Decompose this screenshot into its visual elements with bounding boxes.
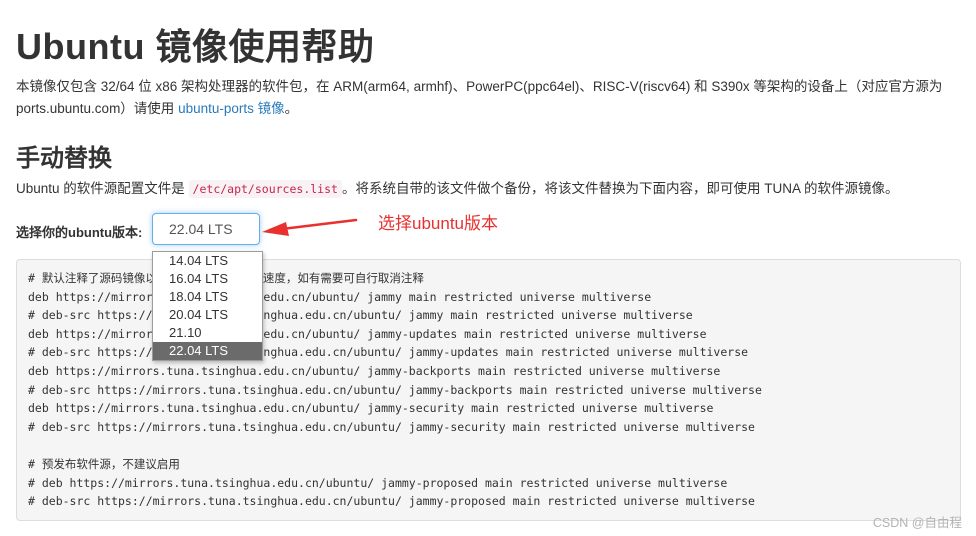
code-line: deb https://mirrors.tuna.tsinghua.edu.cn…	[28, 401, 714, 416]
code-line: # deb https://mirrors.tuna.tsinghua.edu.…	[28, 475, 728, 490]
version-label: 选择你的ubuntu版本:	[16, 225, 143, 240]
page-title: Ubuntu 镜像使用帮助	[16, 26, 375, 67]
intro-paragraph: 本镜像仅包含 32/64 位 x86 架构处理器的软件包，在 ARM(arm64…	[16, 76, 964, 120]
sources-list-path: /etc/apt/sources.list	[188, 180, 342, 198]
desc-prefix: Ubuntu 的软件源配置文件是	[16, 181, 189, 196]
version-option[interactable]: 21.10	[153, 324, 262, 342]
version-option[interactable]: 16.04 LTS	[153, 270, 262, 288]
annotation-text: 选择ubuntu版本	[378, 214, 498, 233]
annotation-arrow-icon	[262, 218, 358, 236]
intro-text: 本镜像仅包含 32/64 位 x86 架构处理器的软件包，在 ARM(arm64…	[16, 79, 943, 116]
version-option[interactable]: 22.04 LTS	[153, 342, 262, 360]
version-option[interactable]: 18.04 LTS	[153, 288, 262, 306]
code-line: # deb-src https://mirrors.tuna.tsinghua.…	[28, 419, 755, 434]
section-title-manual: 手动替换	[16, 145, 112, 172]
ubuntu-ports-link[interactable]: ubuntu-ports 镜像	[178, 101, 285, 116]
code-line: # deb-src https://mirrors.tuna.tsinghua.…	[28, 382, 762, 397]
version-option[interactable]: 20.04 LTS	[153, 306, 262, 324]
version-select[interactable]: 22.04 LTS	[152, 213, 260, 245]
version-option[interactable]: 14.04 LTS	[153, 252, 262, 270]
code-line: # deb-src https://mirrors.tuna.tsinghua.…	[28, 494, 755, 509]
code-line: deb https://mirrors.tuna.tsinghua.edu.cn…	[28, 363, 721, 378]
version-options-dropdown: 14.04 LTS 16.04 LTS 18.04 LTS 20.04 LTS 21.1…	[152, 251, 263, 361]
manual-description: Ubuntu 的软件源配置文件是 /etc/apt/sources.list 。将…	[16, 178, 898, 200]
desc-suffix: 。将系统自带的该文件做个备份，将该文件替换为下面内容，即可使用 TUNA 的软件…	[341, 181, 899, 196]
code-line: # 预发布软件源，不建议启用	[28, 456, 180, 471]
watermark: CSDN @自由程	[872, 516, 962, 530]
intro-text-end: 。	[284, 101, 299, 116]
